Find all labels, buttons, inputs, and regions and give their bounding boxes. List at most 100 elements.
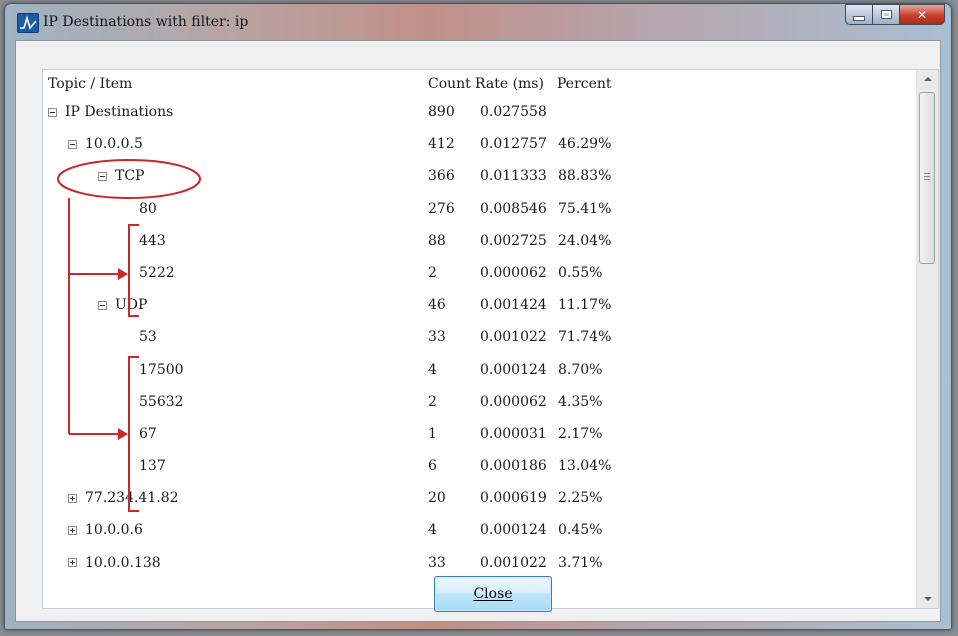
tree-item: TCP — [98, 168, 144, 184]
tree-row[interactable]: 10.0.0.5 412 0.012757 46.29% — [43, 129, 918, 161]
tree-row[interactable]: 53 33 0.001022 71.74% — [43, 322, 918, 354]
tree-item: 10.0.0.5 — [68, 136, 143, 152]
count-cell: 33 — [428, 329, 446, 346]
collapse-icon[interactable] — [48, 107, 57, 117]
maximize-icon — [880, 10, 892, 19]
tree-row[interactable]: 5222 2 0.000062 0.55% — [43, 258, 918, 290]
tree-item-label: 10.0.0.6 — [85, 522, 143, 539]
tree-item-label: 55632 — [139, 393, 184, 410]
tree-row[interactable]: 10.0.0.6 4 0.000124 0.45% — [43, 515, 918, 547]
scroll-up-button[interactable] — [917, 70, 938, 88]
tree-item: 137 — [139, 458, 166, 474]
minimize-button[interactable] — [845, 4, 872, 25]
rate-cell: 0.001022 — [480, 329, 547, 346]
tree-row[interactable]: IP Destinations 890 0.027558 — [43, 97, 918, 129]
expand-icon[interactable] — [68, 525, 77, 535]
expand-icon[interactable] — [68, 558, 77, 568]
count-cell: 1 — [428, 425, 437, 442]
collapse-icon[interactable] — [98, 300, 107, 310]
tree-row[interactable]: 77.234.41.82 20 0.000619 2.25% — [43, 483, 918, 515]
percent-cell: 2.17% — [558, 425, 603, 442]
tree-row[interactable]: TCP 366 0.011333 88.83% — [43, 161, 918, 193]
arrow-up-icon — [923, 77, 932, 81]
dialog-window: IP Destinations with filter: ip ✕ Topic … — [4, 3, 952, 630]
vertical-scrollbar[interactable] — [916, 70, 938, 608]
tree-list-view[interactable]: Topic / Item Count Rate (ms) Percent IP … — [42, 69, 939, 609]
tree-item: IP Destinations — [48, 104, 173, 120]
close-button-label: Close — [473, 586, 513, 602]
column-header-count[interactable]: Count — [428, 76, 471, 92]
tree-rows: IP Destinations 890 0.027558 10.0.0.5 412 0.0… — [43, 97, 918, 580]
tree-row[interactable]: 55632 2 0.000062 4.35% — [43, 387, 918, 419]
tree-item-label: UDP — [115, 297, 148, 314]
tree-item-label: 77.234.41.82 — [85, 490, 179, 507]
expand-icon[interactable] — [68, 493, 77, 503]
rate-cell: 0.000062 — [480, 264, 547, 281]
tree-item: 80 — [139, 201, 157, 217]
tree-item-label: 80 — [139, 200, 157, 217]
percent-cell: 2.25% — [558, 490, 603, 507]
maximize-button[interactable] — [872, 4, 899, 25]
tree-item: 10.0.0.138 — [68, 555, 161, 571]
rate-cell: 0.000124 — [480, 361, 547, 378]
rate-cell: 0.011333 — [480, 168, 547, 185]
rate-cell: 0.027558 — [480, 104, 547, 120]
column-header-row: Topic / Item Count Rate (ms) Percent — [43, 70, 918, 97]
column-header-rate[interactable]: Rate (ms) — [475, 76, 544, 92]
close-button[interactable]: Close — [434, 576, 552, 612]
percent-cell: 0.45% — [558, 522, 603, 539]
percent-cell: 13.04% — [558, 458, 612, 475]
tree-item: UDP — [98, 297, 147, 313]
tree-item-label: 443 — [139, 232, 166, 249]
tree-item: 53 — [139, 329, 157, 345]
grip-icon — [924, 173, 930, 182]
app-waveform-icon — [17, 13, 39, 33]
tree-item: 55632 — [139, 394, 184, 410]
column-header-topic[interactable]: Topic / Item — [48, 76, 132, 92]
tree-item-label: TCP — [115, 168, 145, 185]
rate-cell: 0.008546 — [480, 200, 547, 217]
arrow-down-icon — [923, 597, 932, 601]
close-icon: ✕ — [916, 7, 928, 22]
tree-item: 443 — [139, 233, 166, 249]
tree-row[interactable]: 17500 4 0.000124 8.70% — [43, 355, 918, 387]
count-cell: 20 — [428, 490, 446, 507]
title-bar[interactable]: IP Destinations with filter: ip ✕ — [5, 4, 951, 40]
tree-row[interactable]: 10.0.0.138 33 0.001022 3.71% — [43, 548, 918, 580]
tree-item: 10.0.0.6 — [68, 522, 143, 538]
percent-cell: 3.71% — [558, 554, 603, 571]
tree-item: 5222 — [139, 265, 175, 281]
window-controls: ✕ — [845, 4, 945, 26]
rate-cell: 0.000124 — [480, 522, 547, 539]
count-cell: 46 — [428, 297, 446, 314]
tree-item-label: 5222 — [139, 264, 175, 281]
count-cell: 276 — [428, 200, 455, 217]
tree-item-label: 10.0.0.5 — [85, 136, 143, 153]
tree-row[interactable]: UDP 46 0.001424 11.17% — [43, 290, 918, 322]
column-header-percent[interactable]: Percent — [557, 76, 612, 92]
scrollbar-thumb[interactable] — [919, 92, 935, 264]
tree-row[interactable]: 67 1 0.000031 2.17% — [43, 419, 918, 451]
percent-cell: 0.55% — [558, 264, 603, 281]
tree-row[interactable]: 80 276 0.008546 75.41% — [43, 194, 918, 226]
tree-item: 77.234.41.82 — [68, 490, 179, 506]
tree-item-label: 10.0.0.138 — [85, 554, 161, 571]
tree-row[interactable]: 443 88 0.002725 24.04% — [43, 226, 918, 258]
count-cell: 890 — [428, 104, 455, 120]
count-cell: 4 — [428, 361, 437, 378]
tree-item-label: IP Destinations — [65, 104, 174, 120]
rate-cell: 0.000031 — [480, 425, 547, 442]
percent-cell: 4.35% — [558, 393, 603, 410]
collapse-icon[interactable] — [98, 171, 107, 181]
rate-cell: 0.002725 — [480, 232, 547, 249]
count-cell: 33 — [428, 554, 446, 571]
tree-row[interactable]: 137 6 0.000186 13.04% — [43, 451, 918, 483]
count-cell: 2 — [428, 393, 437, 410]
collapse-icon[interactable] — [68, 139, 77, 149]
percent-cell: 11.17% — [558, 297, 612, 314]
count-cell: 4 — [428, 522, 437, 539]
scroll-down-button[interactable] — [917, 590, 938, 608]
count-cell: 88 — [428, 232, 446, 249]
dialog-body: Topic / Item Count Rate (ms) Percent IP … — [15, 40, 941, 622]
close-window-button[interactable]: ✕ — [899, 4, 945, 25]
